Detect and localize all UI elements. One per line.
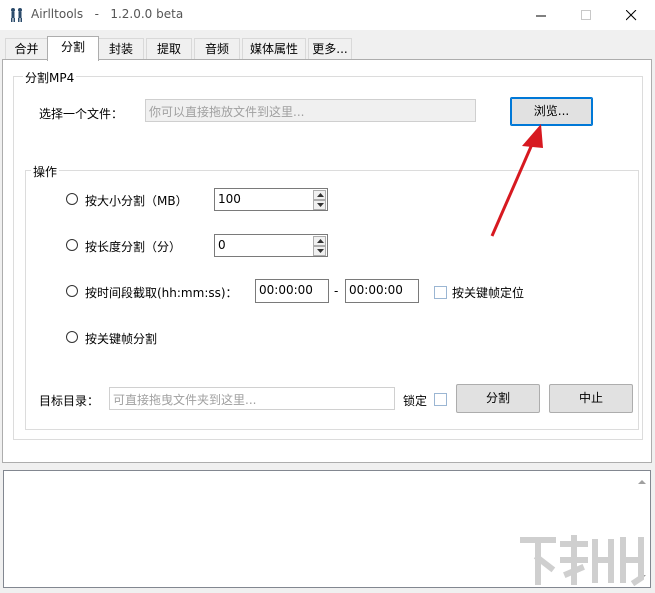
target-dir-label: 目标目录：	[39, 394, 100, 408]
split-by-keyframe-label: 按关键帧分割	[85, 332, 158, 346]
maximize-icon	[581, 10, 591, 20]
tab-audio[interactable]: 音频	[194, 38, 240, 59]
tab-media-properties[interactable]: 媒体属性	[242, 38, 306, 59]
split-by-time-label: 按时间段截取(hh:mm:ss)：	[85, 286, 238, 300]
operation-legend: 操作	[31, 163, 60, 180]
scroll-up-icon[interactable]	[636, 476, 648, 488]
minimize-icon	[536, 15, 546, 17]
length-input[interactable]: 0	[214, 234, 328, 257]
split-mp4-legend: 分割MP4	[23, 69, 77, 86]
target-dir-input[interactable]: 可直接拖曳文件夹到这里...	[109, 387, 395, 410]
radio-split-by-size[interactable]	[66, 193, 78, 205]
split-panel: 分割MP4 选择一个文件： 你可以直接拖放文件到这里... 浏览... 操作 按…	[2, 59, 652, 463]
window-title: Airlltools - 1.2.0.0 beta	[31, 7, 184, 21]
time-separator: -	[334, 284, 339, 298]
tab-more[interactable]: 更多...	[308, 38, 352, 59]
tab-merge[interactable]: 合并	[5, 38, 48, 59]
watermark-logo	[520, 535, 644, 587]
split-by-length-label: 按长度分割（分）	[85, 240, 182, 254]
radio-split-by-length[interactable]	[66, 239, 78, 251]
lock-checkbox[interactable]	[434, 393, 447, 406]
size-stepper[interactable]	[313, 190, 326, 210]
radio-split-by-keyframe[interactable]	[66, 331, 78, 343]
app-logo-icon	[11, 8, 22, 22]
tab-split[interactable]: 分割	[47, 36, 99, 61]
size-input[interactable]: 100	[214, 188, 328, 211]
radio-split-by-time[interactable]	[66, 285, 78, 297]
stepper-up-icon[interactable]	[313, 190, 326, 200]
split-by-size-label: 按大小分割（MB）	[85, 194, 188, 208]
title-bar: Airlltools - 1.2.0.0 beta	[0, 0, 655, 30]
maximize-button[interactable]	[564, 0, 610, 30]
file-input[interactable]: 你可以直接拖放文件到这里...	[145, 99, 476, 122]
lock-label: 锁定	[403, 394, 428, 408]
minimize-button[interactable]	[519, 0, 565, 30]
tab-bar: 合并 分割 封装 提取 音频 媒体属性 更多...	[0, 36, 655, 61]
browse-button[interactable]: 浏览...	[510, 97, 593, 126]
stepper-down-icon[interactable]	[313, 200, 326, 210]
tab-extract[interactable]: 提取	[146, 38, 192, 59]
split-button[interactable]: 分割	[456, 384, 540, 413]
stepper-down-icon[interactable]	[313, 246, 326, 256]
tab-encapsulate[interactable]: 封装	[98, 38, 144, 59]
keyframe-locate-checkbox[interactable]	[434, 286, 447, 299]
close-button[interactable]	[609, 0, 655, 30]
start-time-input[interactable]: 00:00:00	[255, 279, 329, 303]
close-icon	[626, 10, 637, 21]
end-time-input[interactable]: 00:00:00	[345, 279, 419, 303]
stepper-up-icon[interactable]	[313, 236, 326, 246]
file-label: 选择一个文件：	[39, 107, 124, 121]
keyframe-locate-label: 按关键帧定位	[452, 286, 525, 300]
stop-button[interactable]: 中止	[549, 384, 633, 413]
length-stepper[interactable]	[313, 236, 326, 256]
